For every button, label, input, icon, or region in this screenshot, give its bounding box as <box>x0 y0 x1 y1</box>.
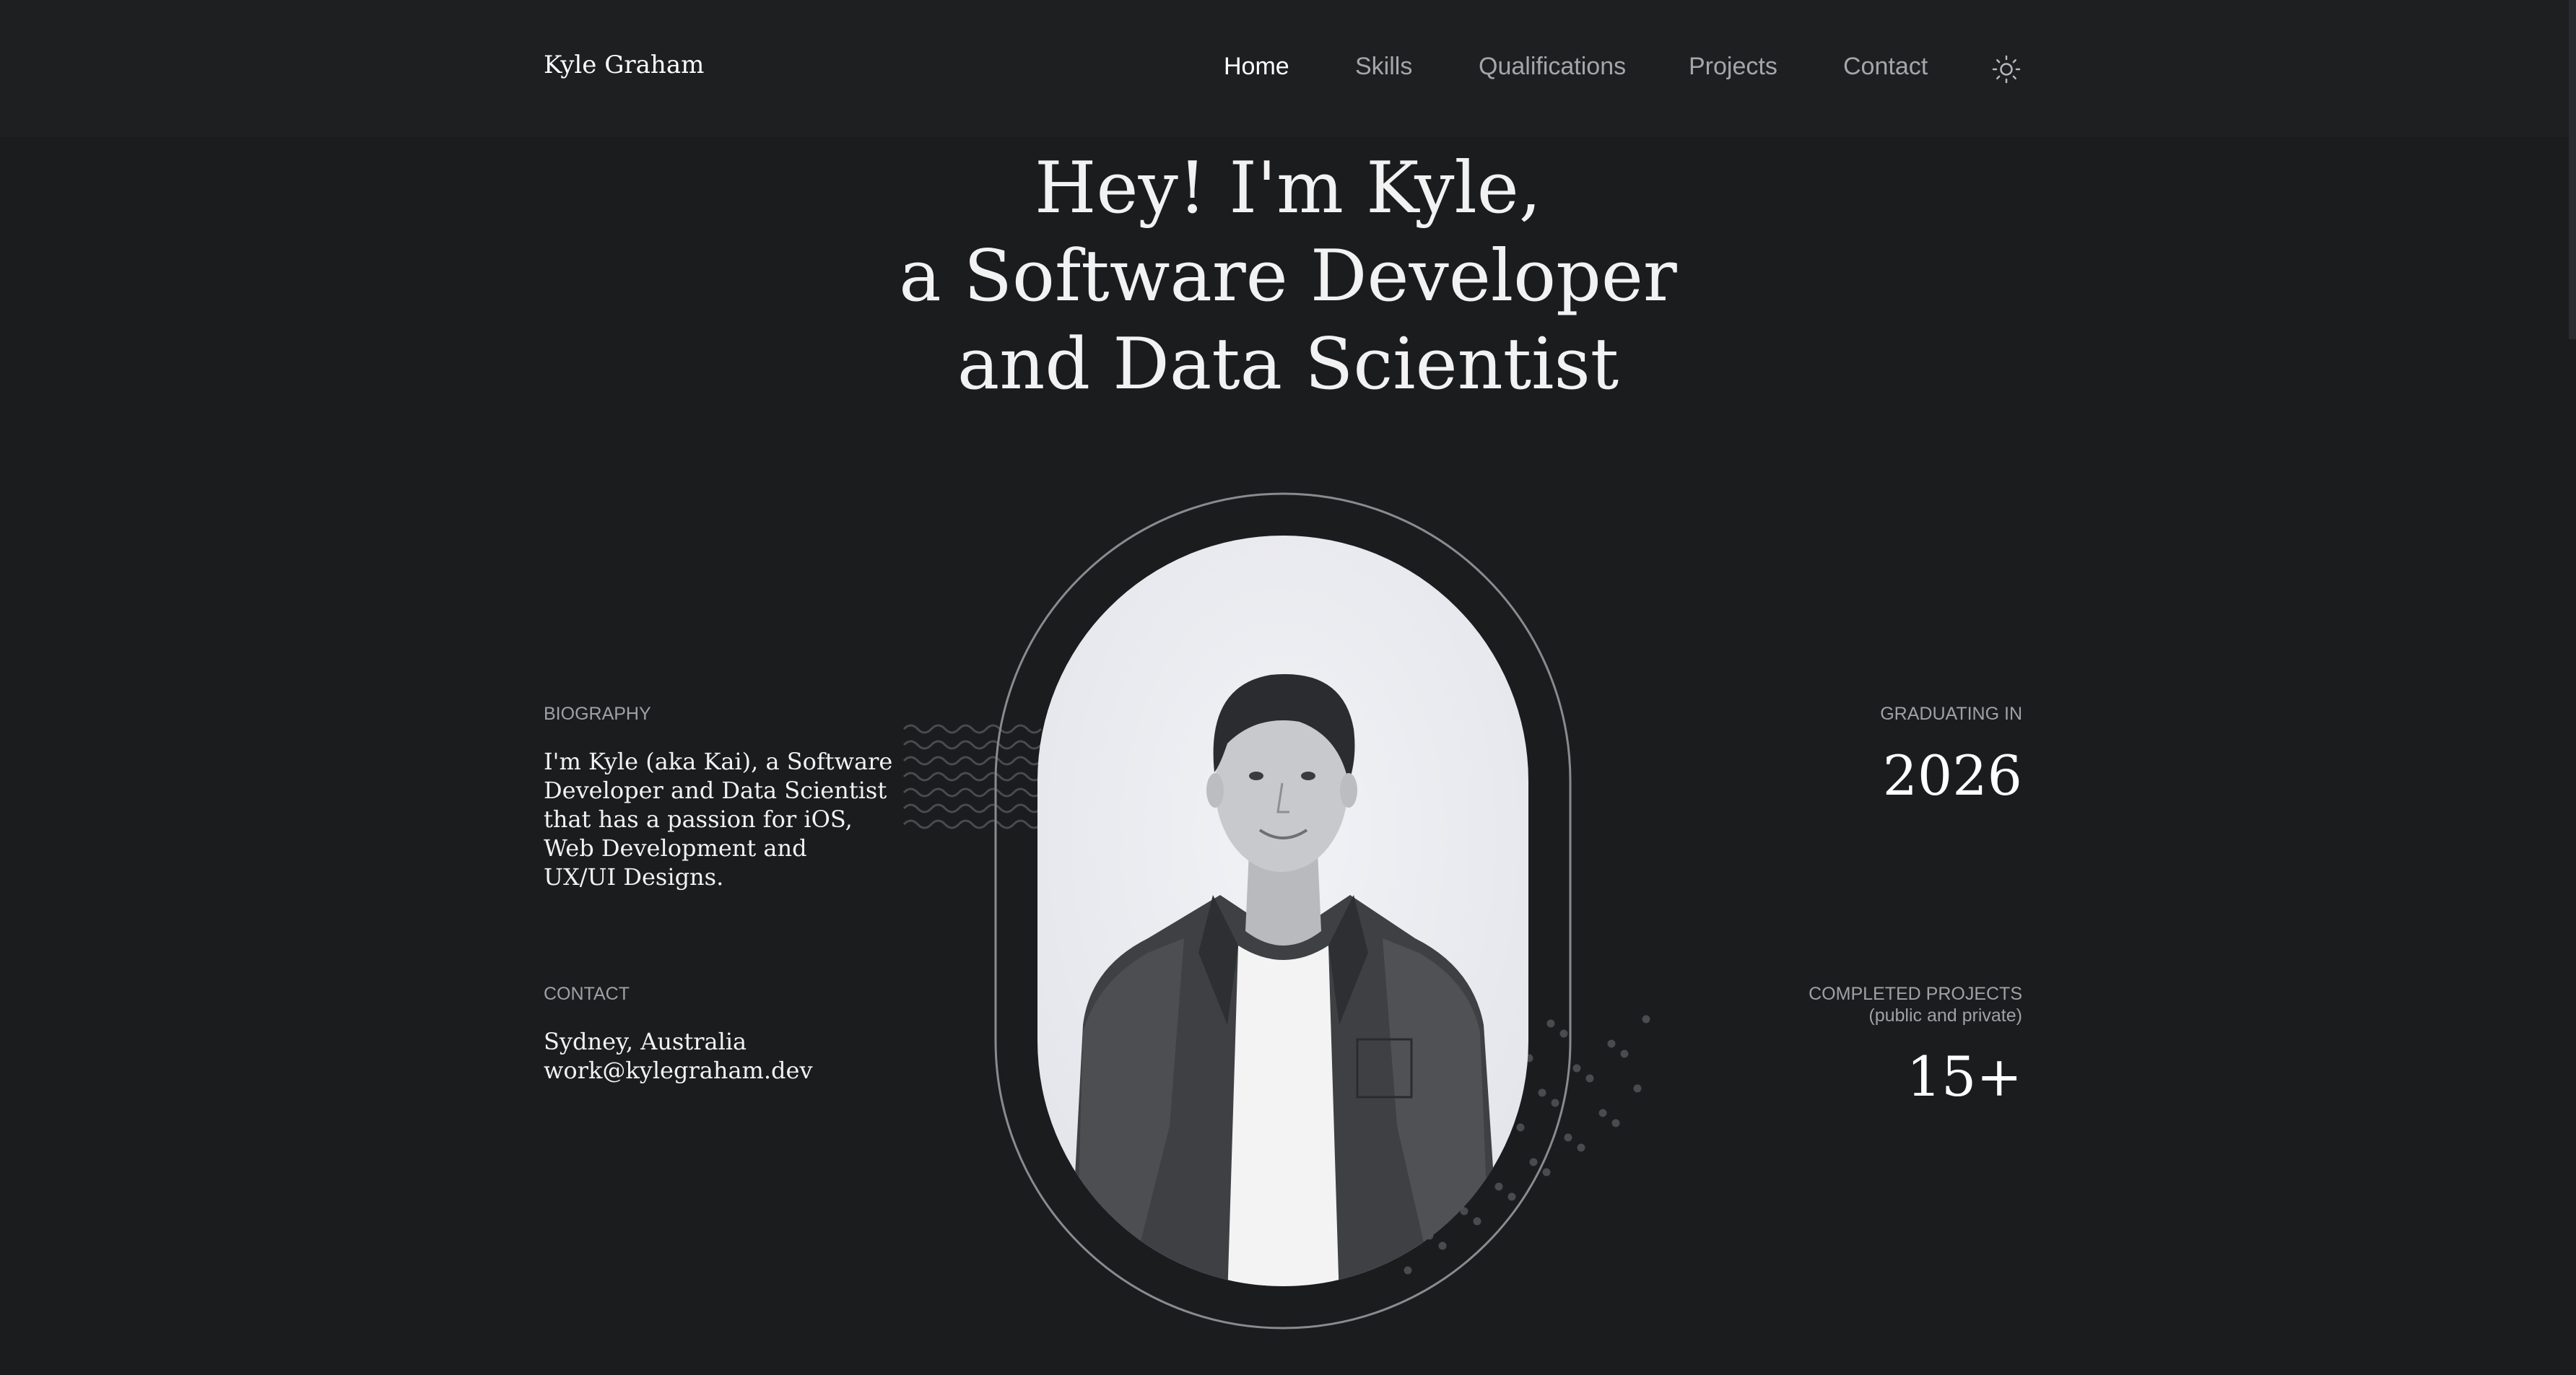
decor-dot <box>1620 1049 1629 1058</box>
biography-line: Developer and Data Scientist <box>544 777 887 804</box>
decor-dot <box>1577 1143 1585 1152</box>
decor-dot <box>1642 1015 1650 1023</box>
decor-dot <box>1516 1123 1525 1132</box>
decor-dot <box>1551 1099 1559 1107</box>
decor-dot <box>1494 1182 1503 1191</box>
biography-text: I'm Kyle (aka Kai), a Software Developer… <box>544 747 892 891</box>
decor-dot <box>1473 1217 1481 1226</box>
decor-dot <box>1633 1084 1642 1093</box>
portrait-area <box>902 492 1650 1330</box>
biography-line: that has a passion for iOS, <box>544 806 853 833</box>
decor-dot <box>1404 1266 1412 1275</box>
decor-dot <box>1585 1074 1594 1083</box>
graduating-label: GRADUATING IN <box>1880 704 2022 724</box>
decor-dot <box>1542 1168 1551 1177</box>
decor-dot <box>1564 1133 1572 1142</box>
decor-dot <box>1546 1019 1555 1028</box>
decor-dot <box>1572 1064 1581 1073</box>
decor-dot <box>1529 1158 1538 1166</box>
wave-pattern-icon <box>902 724 1043 829</box>
projects-sublabel: (public and private) <box>1868 1005 2022 1026</box>
biography-line: Web Development and <box>544 834 807 862</box>
decor-dot <box>1607 1039 1616 1048</box>
biography-line: I'm Kyle (aka Kai), a Software <box>544 748 893 775</box>
decor-dot <box>1611 1119 1620 1127</box>
graduating-year: 2026 <box>1882 743 2022 808</box>
projects-count: 15+ <box>1906 1044 2022 1109</box>
decor-dot <box>1438 1241 1447 1250</box>
portfolio-page: Kyle Graham Home Skills Qualifications P… <box>0 0 2576 1375</box>
contact-email-link[interactable]: work@kylegraham.dev <box>544 1057 813 1084</box>
decor-dot <box>1507 1192 1516 1201</box>
decor-dot <box>1538 1088 1546 1097</box>
contact-label: CONTACT <box>544 984 630 1004</box>
biography-label: BIOGRAPHY <box>544 704 651 724</box>
decor-dot <box>1598 1109 1607 1117</box>
contact-location: Sydney, Australia <box>544 1028 747 1055</box>
decor-dot <box>1559 1029 1568 1038</box>
projects-label: COMPLETED PROJECTS <box>1809 984 2022 1004</box>
biography-line: UX/UI Designs. <box>544 863 724 891</box>
contact-details: Sydney, Australia work@kylegraham.dev <box>544 1027 813 1085</box>
scrollbar-thumb[interactable] <box>2569 0 2576 339</box>
